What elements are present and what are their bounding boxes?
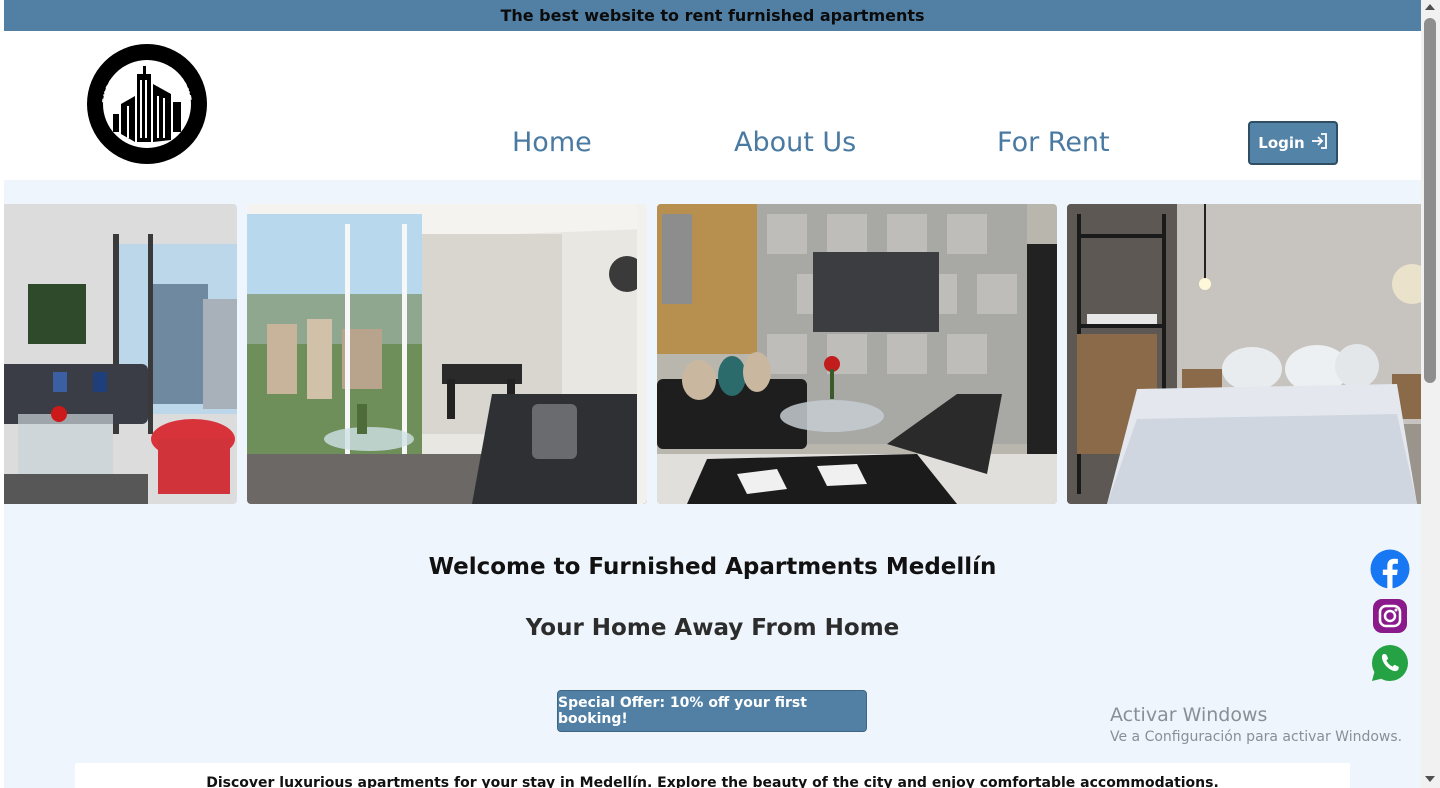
bedroom-photo[interactable] [1067, 204, 1421, 504]
vertical-scrollbar[interactable] [1421, 0, 1440, 788]
dining-room-photo[interactable] [247, 204, 647, 504]
scroll-down-arrow-icon[interactable] [1425, 776, 1435, 782]
lounge-photo[interactable] [657, 204, 1057, 504]
login-arrow-icon [1310, 132, 1328, 154]
tagline-heading: Your Home Away From Home [525, 615, 900, 641]
nav-home[interactable]: Home [512, 127, 592, 158]
nav-for-rent[interactable]: For Rent [997, 127, 1110, 158]
banner-text: The best website to rent furnished apart… [500, 6, 925, 25]
top-banner: The best website to rent furnished apart… [4, 0, 1421, 31]
watermark-title: Activar Windows [1110, 704, 1268, 726]
scrollbar-thumb[interactable] [1424, 18, 1436, 383]
login-button[interactable]: Login [1248, 121, 1338, 165]
photo-gallery [4, 204, 1421, 504]
site-header: FURNISHED APARTMENT MEDELLÍN Home About … [4, 31, 1421, 180]
special-offer-button[interactable]: Special Offer: 10% off your first bookin… [557, 690, 867, 732]
watermark-subtitle: Ve a Configuración para activar Windows. [1110, 729, 1403, 745]
living-room-photo[interactable] [4, 204, 237, 504]
intro-text: Discover luxurious apartments for your s… [206, 775, 1219, 788]
page: The best website to rent furnished apart… [4, 0, 1421, 788]
scroll-up-arrow-icon[interactable] [1425, 4, 1435, 10]
special-offer-label: Special Offer: 10% off your first bookin… [558, 695, 807, 727]
welcome-heading: Welcome to Furnished Apartments Medellín [428, 554, 997, 580]
instagram-icon[interactable] [1370, 596, 1410, 636]
site-logo[interactable]: FURNISHED APARTMENT MEDELLÍN [83, 37, 207, 164]
windows-activation-watermark: Activar Windows Ve a Configuración para … [1110, 704, 1402, 745]
facebook-icon[interactable] [1370, 549, 1410, 589]
whatsapp-icon[interactable] [1370, 643, 1410, 683]
intro-card: Discover luxurious apartments for your s… [75, 763, 1350, 788]
nav-about-us[interactable]: About Us [734, 127, 856, 158]
login-label: Login [1258, 134, 1305, 152]
